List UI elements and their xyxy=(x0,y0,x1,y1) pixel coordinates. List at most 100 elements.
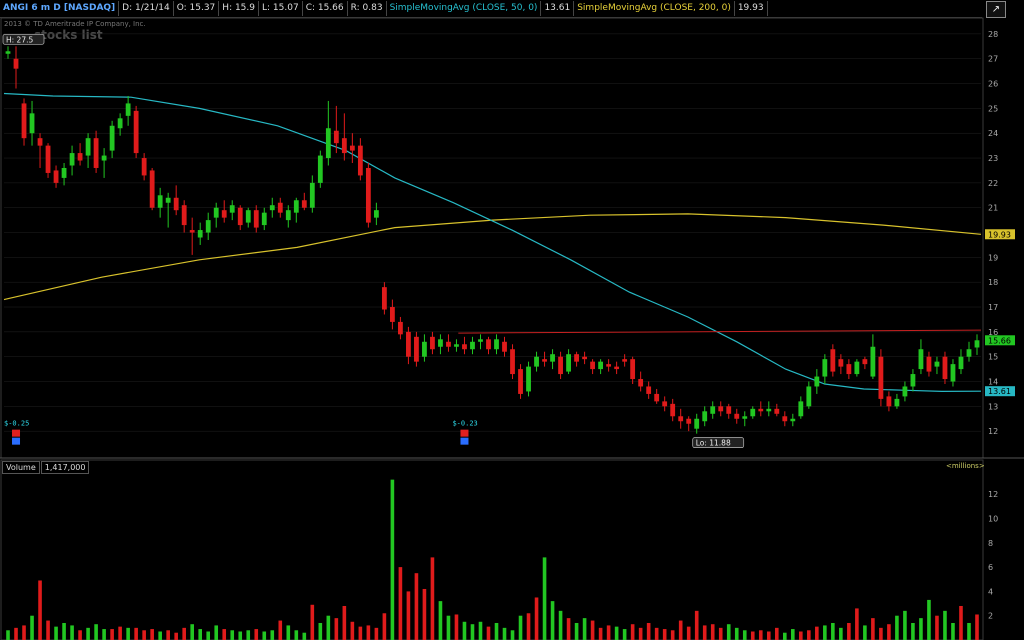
volume-bar xyxy=(919,618,923,640)
candle-body xyxy=(406,331,411,357)
candle-body xyxy=(13,58,19,69)
volume-bar xyxy=(446,615,451,640)
candle-body xyxy=(45,145,51,173)
candle-body xyxy=(373,210,379,218)
volume-bar xyxy=(782,632,787,640)
candle-body xyxy=(69,153,75,166)
price-chart[interactable]: 1213141516171819202122232425262728H: 27.… xyxy=(0,0,1024,640)
volume-bar xyxy=(678,620,683,640)
candle-body xyxy=(213,207,219,218)
candle-body xyxy=(878,356,884,399)
volume-unit-label: <millions> xyxy=(946,462,985,470)
candle-body xyxy=(606,364,612,367)
candle-body xyxy=(574,354,579,362)
volume-bar xyxy=(206,631,211,640)
candle-body xyxy=(454,344,459,347)
volume-bar xyxy=(750,631,755,640)
candle-body xyxy=(173,197,179,211)
price-tick-label: 14 xyxy=(988,378,998,387)
candle-body xyxy=(398,321,403,335)
volume-bar xyxy=(887,624,891,640)
candle-body xyxy=(902,386,908,397)
candle-body xyxy=(149,170,155,208)
candle-body xyxy=(93,138,99,168)
candle-body xyxy=(165,197,171,203)
candle-body xyxy=(542,359,547,362)
price-tick-label: 27 xyxy=(988,55,998,64)
volume-bar xyxy=(558,610,563,640)
candle-body xyxy=(510,349,515,375)
volume-bar xyxy=(406,591,411,640)
volume-bar xyxy=(54,626,58,640)
price-tick-label: 21 xyxy=(988,204,998,213)
candle-body xyxy=(862,359,868,365)
volume-bar xyxy=(150,629,154,640)
volume-bar xyxy=(494,622,499,640)
candle-body xyxy=(5,51,11,54)
candle-body xyxy=(854,361,860,375)
candle-body xyxy=(974,340,980,348)
volume-bar xyxy=(246,630,251,640)
price-tag-text: 19.93 xyxy=(988,230,1011,239)
volume-bar xyxy=(366,625,371,640)
volume-bar xyxy=(847,622,851,640)
volume-bar xyxy=(390,479,395,640)
candle-body xyxy=(301,200,307,208)
volume-bar xyxy=(935,615,939,640)
candle-body xyxy=(910,374,916,387)
price-tick-label: 12 xyxy=(988,427,998,436)
candle-body xyxy=(29,113,35,134)
volume-bar xyxy=(62,622,66,640)
volume-bar xyxy=(574,622,579,640)
volume-bar xyxy=(726,624,731,640)
volume-bar xyxy=(670,630,675,640)
volume-bar xyxy=(126,627,130,640)
candle-body xyxy=(822,359,828,377)
candle-body xyxy=(341,138,347,154)
volume-bar xyxy=(967,622,971,640)
volume-bar xyxy=(590,620,595,640)
volume-tick-label: 12 xyxy=(988,490,998,499)
volume-bar xyxy=(230,630,235,640)
volume-bar xyxy=(542,557,547,640)
candle-body xyxy=(197,230,203,238)
candle-body xyxy=(526,366,531,392)
volume-bar xyxy=(22,625,26,640)
price-tick-label: 25 xyxy=(988,104,998,113)
volume-bar xyxy=(286,625,291,640)
volume-bar xyxy=(350,621,355,640)
volume-bar xyxy=(686,626,691,640)
candle-body xyxy=(678,416,684,422)
candle-body xyxy=(309,182,315,208)
candle-body xyxy=(614,366,620,370)
volume-bar xyxy=(342,605,347,640)
candle-body xyxy=(926,356,932,372)
volume-bar xyxy=(638,627,643,640)
volume-bar xyxy=(622,629,627,640)
candle-body xyxy=(470,341,475,350)
volume-bar xyxy=(951,622,955,640)
volume-bar xyxy=(158,631,162,640)
candle-body xyxy=(502,341,507,352)
volume-bar xyxy=(766,631,771,640)
volume-bar xyxy=(302,632,307,640)
candle-body xyxy=(958,356,964,370)
volume-tick-label: 2 xyxy=(988,612,993,621)
volume-bar xyxy=(454,614,459,640)
volume-bar xyxy=(927,599,931,640)
candle-body xyxy=(806,386,812,407)
candle-body xyxy=(950,364,956,382)
volume-value: 1,417,000 xyxy=(40,461,90,474)
volume-bar xyxy=(134,627,138,640)
price-tick-label: 26 xyxy=(988,80,998,89)
price-tick-label: 15 xyxy=(988,353,998,362)
candle-body xyxy=(758,408,764,412)
candle-body xyxy=(269,205,275,211)
volume-bar xyxy=(510,630,515,640)
candle-body xyxy=(694,418,700,429)
candle-body xyxy=(798,401,804,417)
candle-body xyxy=(53,170,59,183)
volume-label: Volume xyxy=(2,461,40,474)
price-tag-text: 15.66 xyxy=(988,336,1011,345)
sma200-line xyxy=(3,213,982,301)
